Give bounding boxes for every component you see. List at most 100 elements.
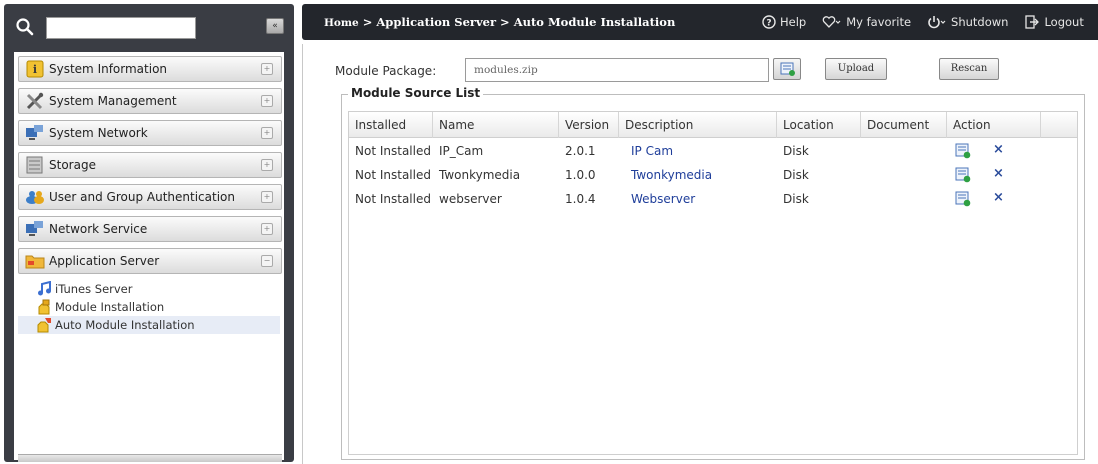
- sidebar-subitem-label: Auto Module Installation: [55, 318, 195, 332]
- cell-location: Disk: [783, 192, 809, 206]
- install-module-icon[interactable]: [955, 167, 971, 183]
- module-source-list: Module Source List Installed Name Versio…: [341, 86, 1085, 460]
- shutdown-link[interactable]: Shutdown: [927, 15, 1008, 29]
- cell-version: 1.0.0: [565, 168, 596, 182]
- delete-module-icon[interactable]: ×: [993, 166, 1004, 181]
- module-package-input[interactable]: [465, 58, 769, 82]
- sidebar-item-label: System Management: [49, 94, 177, 108]
- sidebar-item-storage[interactable]: Storage +: [18, 152, 282, 178]
- storage-icon: [26, 156, 43, 174]
- cell-location: Disk: [783, 144, 809, 158]
- breadcrumb-section[interactable]: Application Server: [376, 15, 496, 29]
- sidebar-item-user-group-auth[interactable]: User and Group Authentication +: [18, 184, 282, 210]
- application-server-submenu: iTunes Server Module Installation Auto M…: [18, 278, 282, 454]
- auto-module-icon: [37, 318, 51, 333]
- table-row[interactable]: Not Installed IP_Cam 2.0.1 IP Cam Disk ×: [349, 139, 1049, 163]
- column-header-document[interactable]: Document: [861, 112, 947, 138]
- delete-module-icon[interactable]: ×: [993, 190, 1004, 205]
- search-icon[interactable]: [14, 16, 36, 38]
- logout-icon: [1025, 15, 1040, 29]
- cell-version: 2.0.1: [565, 144, 596, 158]
- cell-installed: Not Installed: [355, 168, 431, 182]
- browse-button[interactable]: [773, 58, 801, 80]
- breadcrumb-separator: >: [358, 15, 377, 29]
- column-header-name[interactable]: Name: [433, 112, 559, 138]
- install-module-icon[interactable]: [955, 143, 971, 159]
- breadcrumb-page: Auto Module Installation: [513, 15, 676, 29]
- shutdown-label: Shutdown: [951, 15, 1009, 29]
- expand-icon[interactable]: +: [261, 127, 273, 139]
- my-favorite-link[interactable]: My favorite: [822, 15, 911, 29]
- expand-icon[interactable]: +: [261, 95, 273, 107]
- svg-text:i: i: [33, 63, 37, 76]
- main-content: Module Package: Upload Rescan Module Sou…: [302, 44, 1098, 464]
- expand-icon[interactable]: +: [261, 63, 273, 75]
- column-header-version[interactable]: Version: [559, 112, 619, 138]
- table-row[interactable]: Not Installed Twonkymedia 1.0.0 Twonkyme…: [349, 163, 1049, 187]
- module-source-list-title: Module Source List: [348, 86, 484, 100]
- cell-name: IP_Cam: [439, 144, 484, 158]
- sidebar-item-system-management[interactable]: System Management +: [18, 88, 282, 114]
- my-favorite-label: My favorite: [846, 15, 912, 29]
- column-header-installed[interactable]: Installed: [349, 112, 433, 138]
- help-label: Help: [780, 15, 807, 29]
- logout-label: Logout: [1044, 15, 1084, 29]
- search-input[interactable]: [46, 17, 196, 39]
- users-icon: [26, 191, 44, 204]
- module-table: Installed Name Version Description Locat…: [348, 111, 1078, 455]
- expand-icon[interactable]: +: [261, 191, 273, 203]
- cell-document: [861, 163, 867, 187]
- expand-icon[interactable]: +: [261, 159, 273, 171]
- delete-module-icon[interactable]: ×: [993, 142, 1004, 157]
- column-header-description[interactable]: Description: [619, 112, 777, 138]
- sidebar-item-application-server[interactable]: Application Server −: [18, 248, 282, 274]
- table-row[interactable]: Not Installed webserver 1.0.4 Webserver …: [349, 187, 1049, 211]
- network-icon: [26, 125, 43, 140]
- sidebar-subitem-module-installation[interactable]: Module Installation: [18, 298, 280, 316]
- cell-document: [861, 139, 867, 163]
- collapse-icon[interactable]: −: [261, 255, 273, 267]
- cell-name: webserver: [439, 192, 502, 206]
- help-icon: ?: [762, 15, 776, 29]
- sidebar-subitem-auto-module-installation[interactable]: Auto Module Installation: [18, 316, 280, 334]
- column-header-action[interactable]: Action: [947, 112, 1041, 138]
- folder-icon: [25, 255, 45, 269]
- sidebar-panel: « i System Information + System Manageme…: [4, 4, 294, 462]
- cell-version: 1.0.4: [565, 192, 596, 206]
- cell-description-link[interactable]: Twonkymedia: [625, 163, 712, 187]
- sidebar-item-label: User and Group Authentication: [49, 190, 235, 204]
- top-bar: Home > Application Server > Auto Module …: [302, 4, 1098, 40]
- svg-text:?: ?: [766, 19, 771, 29]
- expand-icon[interactable]: +: [261, 223, 273, 235]
- browse-file-icon: [780, 62, 795, 76]
- cell-name: Twonkymedia: [439, 168, 521, 182]
- music-note-icon: [38, 281, 51, 296]
- cell-document: [861, 187, 867, 211]
- breadcrumb: Home > Application Server > Auto Module …: [324, 15, 675, 29]
- cell-location: Disk: [783, 168, 809, 182]
- power-icon: [928, 16, 946, 29]
- sidebar-item-label: System Information: [49, 62, 168, 76]
- sidebar-subitem-itunes-server[interactable]: iTunes Server: [18, 280, 280, 298]
- sidebar-subitem-label: Module Installation: [55, 300, 165, 314]
- breadcrumb-home[interactable]: Home: [324, 17, 359, 29]
- sidebar-item-network-service[interactable]: Network Service +: [18, 216, 282, 242]
- rescan-button[interactable]: Rescan: [939, 58, 999, 80]
- cell-description-link[interactable]: IP Cam: [625, 139, 673, 163]
- column-header-location[interactable]: Location: [777, 112, 861, 138]
- sidebar-item-system-network[interactable]: System Network +: [18, 120, 282, 146]
- upload-button[interactable]: Upload: [825, 58, 887, 80]
- logout-link[interactable]: Logout: [1024, 15, 1084, 29]
- cell-installed: Not Installed: [355, 144, 431, 158]
- sidebar-item-label: Network Service: [49, 222, 148, 236]
- help-link[interactable]: ? Help: [762, 15, 806, 29]
- sidebar-item-label: Application Server: [49, 254, 160, 268]
- top-links: ? Help My favorite Shutdown Logout: [762, 4, 1098, 40]
- sidebar-item-system-information[interactable]: i System Information +: [18, 56, 282, 82]
- cell-description-link[interactable]: Webserver: [625, 187, 695, 211]
- install-module-icon[interactable]: [955, 191, 971, 207]
- tools-icon: [26, 92, 44, 110]
- table-header: Installed Name Version Description Locat…: [349, 112, 1077, 138]
- network-service-icon: [26, 221, 43, 236]
- collapse-sidebar-button[interactable]: «: [266, 18, 284, 34]
